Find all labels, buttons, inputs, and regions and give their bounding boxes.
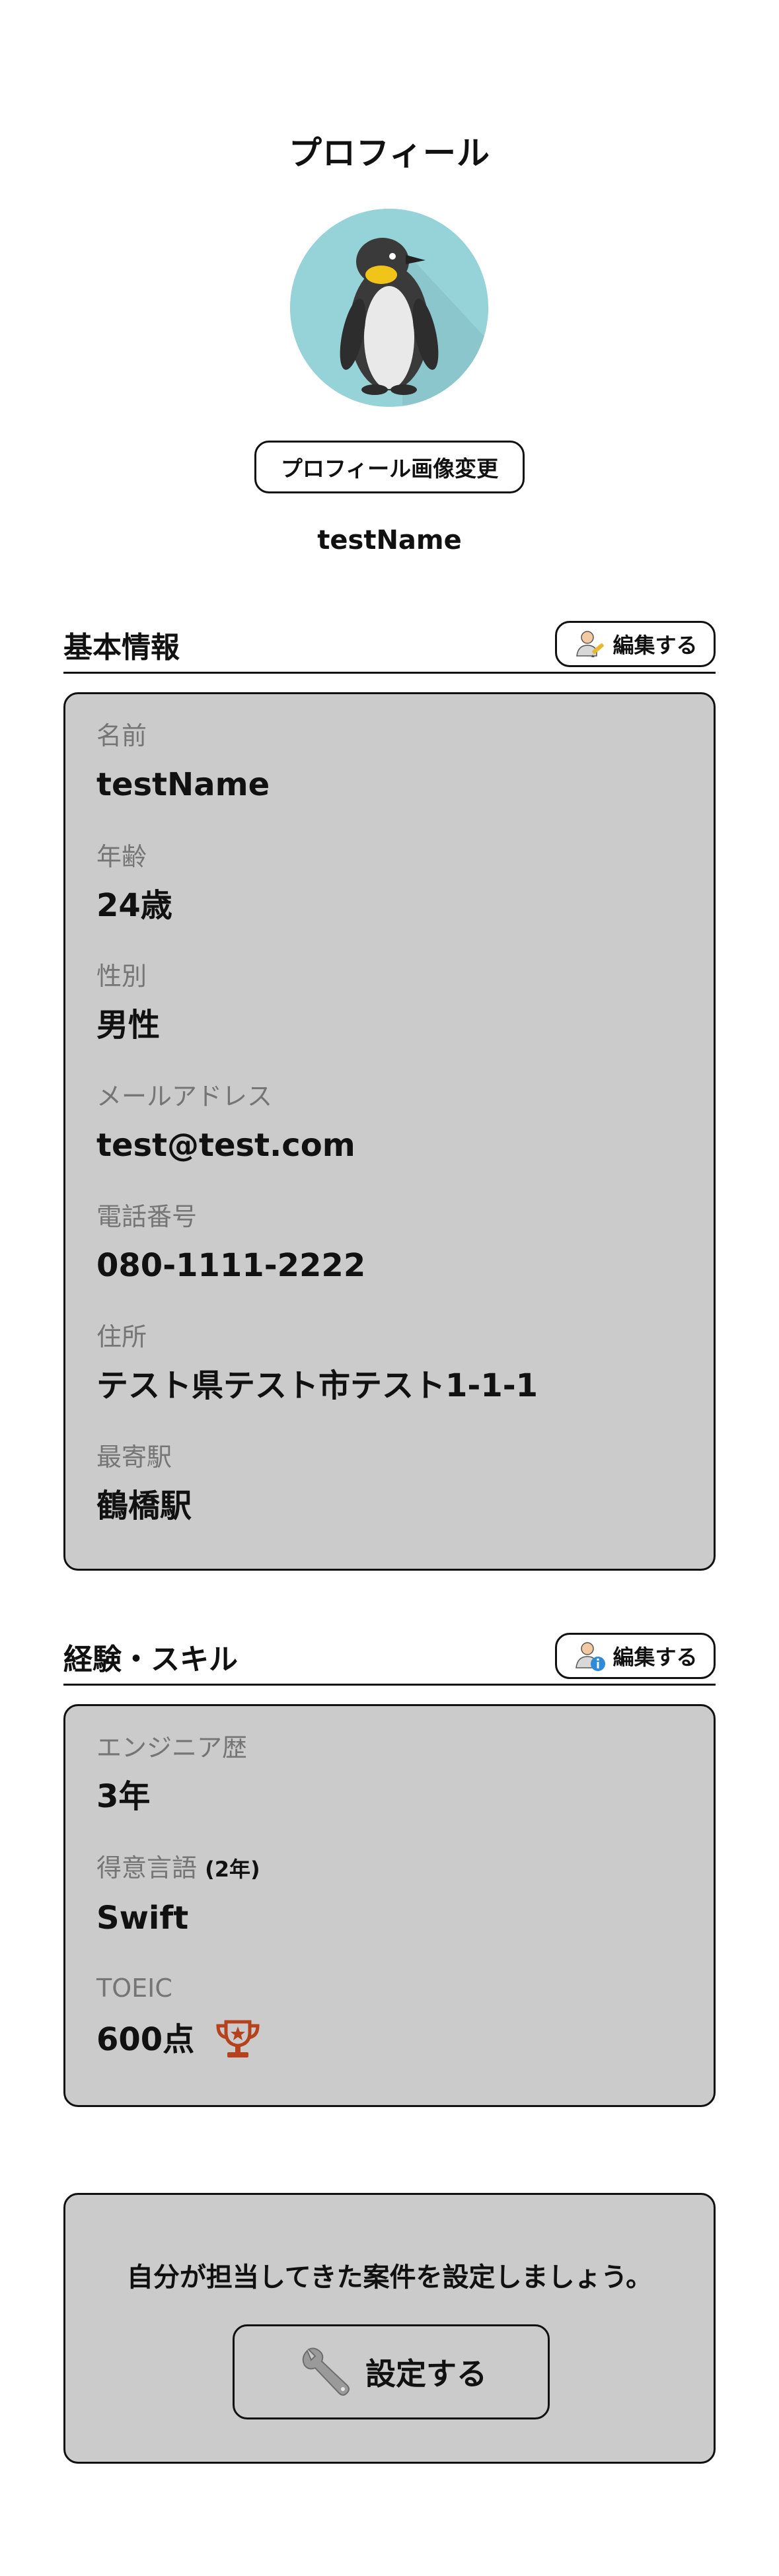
field-gender-label: 性別 xyxy=(96,962,147,991)
field-address-label: 住所 xyxy=(96,1322,147,1351)
skills-edit-button[interactable]: 編集する xyxy=(555,1633,716,1679)
field-age-value: 24歳 xyxy=(96,887,172,924)
change-profile-image-button[interactable]: プロフィール画像変更 xyxy=(254,441,525,493)
avatar[interactable] xyxy=(290,209,488,407)
field-station-value: 鶴橋駅 xyxy=(96,1487,192,1524)
field-name: 名前 testName xyxy=(96,721,694,804)
wrench-icon xyxy=(302,2347,350,2396)
field-email: メールアドレス test@test.com xyxy=(96,1081,694,1164)
projects-cta-message: 自分が担当してきた案件を設定しましょう。 xyxy=(126,2262,653,2293)
set-projects-label: 設定する xyxy=(365,2356,487,2392)
edit-person-icon xyxy=(576,631,605,657)
field-age: 年齢 24歳 xyxy=(96,841,694,925)
field-station-label: 最寄駅 xyxy=(96,1443,172,1472)
penguin-avatar-icon xyxy=(290,209,488,407)
set-projects-button[interactable]: 設定する xyxy=(233,2324,550,2419)
field-language-label-text: 得意言語 xyxy=(96,1853,198,1882)
field-station: 最寄駅 鶴橋駅 xyxy=(96,1442,694,1525)
field-address-value: テスト県テスト市テスト1-1-1 xyxy=(96,1367,538,1404)
field-language: 得意言語 (2年) Swift xyxy=(96,1853,694,1937)
page-title: プロフィール xyxy=(289,134,490,172)
field-email-value: test@test.com xyxy=(96,1127,355,1164)
skills-card: エンジニア歴 3年 得意言語 (2年) Swift TOEIC 600点 xyxy=(63,1704,716,2107)
field-toeic-value-row: 600点 xyxy=(96,2018,694,2061)
field-address: 住所 テスト県テスト市テスト1-1-1 xyxy=(96,1322,694,1405)
field-language-years: (2年) xyxy=(205,1857,260,1882)
trophy-icon xyxy=(214,2018,262,2061)
user-display-name: testName xyxy=(317,525,462,555)
skills-header: 経験・スキル 編集する xyxy=(63,1620,716,1686)
field-engineer-years-value: 3年 xyxy=(96,1778,151,1815)
edit-person-info-icon xyxy=(575,1642,606,1671)
field-language-value: Swift xyxy=(96,1900,189,1937)
field-email-label: メールアドレス xyxy=(96,1082,273,1111)
field-toeic-value: 600点 xyxy=(96,2021,195,2058)
field-engineer-years: エンジニア歴 3年 xyxy=(96,1733,694,1816)
field-gender: 性別 男性 xyxy=(96,961,694,1044)
field-name-label: 名前 xyxy=(96,721,147,750)
skills-title: 経験・スキル xyxy=(63,1643,238,1676)
projects-cta-card: 自分が担当してきた案件を設定しましょう。 設定する xyxy=(63,2193,716,2464)
field-toeic: TOEIC 600点 xyxy=(96,1973,694,2061)
basic-info-title: 基本情報 xyxy=(63,631,180,664)
field-age-label: 年齢 xyxy=(96,842,147,871)
field-name-value: testName xyxy=(96,766,270,803)
field-phone-label: 電話番号 xyxy=(96,1202,198,1231)
field-gender-value: 男性 xyxy=(96,1007,161,1044)
field-toeic-label: TOEIC xyxy=(96,1974,172,2003)
basic-info-edit-button[interactable]: 編集する xyxy=(555,621,716,667)
field-phone: 電話番号 080-1111-2222 xyxy=(96,1201,694,1285)
field-phone-value: 080-1111-2222 xyxy=(96,1247,366,1284)
basic-info-card: 名前 testName 年齢 24歳 性別 男性 メールアドレス test@te… xyxy=(63,692,716,1571)
basic-info-header: 基本情報 編集する xyxy=(63,608,716,674)
field-language-label: 得意言語 (2年) xyxy=(96,1853,694,1884)
field-engineer-years-label: エンジニア歴 xyxy=(96,1733,248,1762)
basic-info-edit-label: 編集する xyxy=(612,633,698,658)
skills-edit-label: 編集する xyxy=(612,1645,698,1670)
